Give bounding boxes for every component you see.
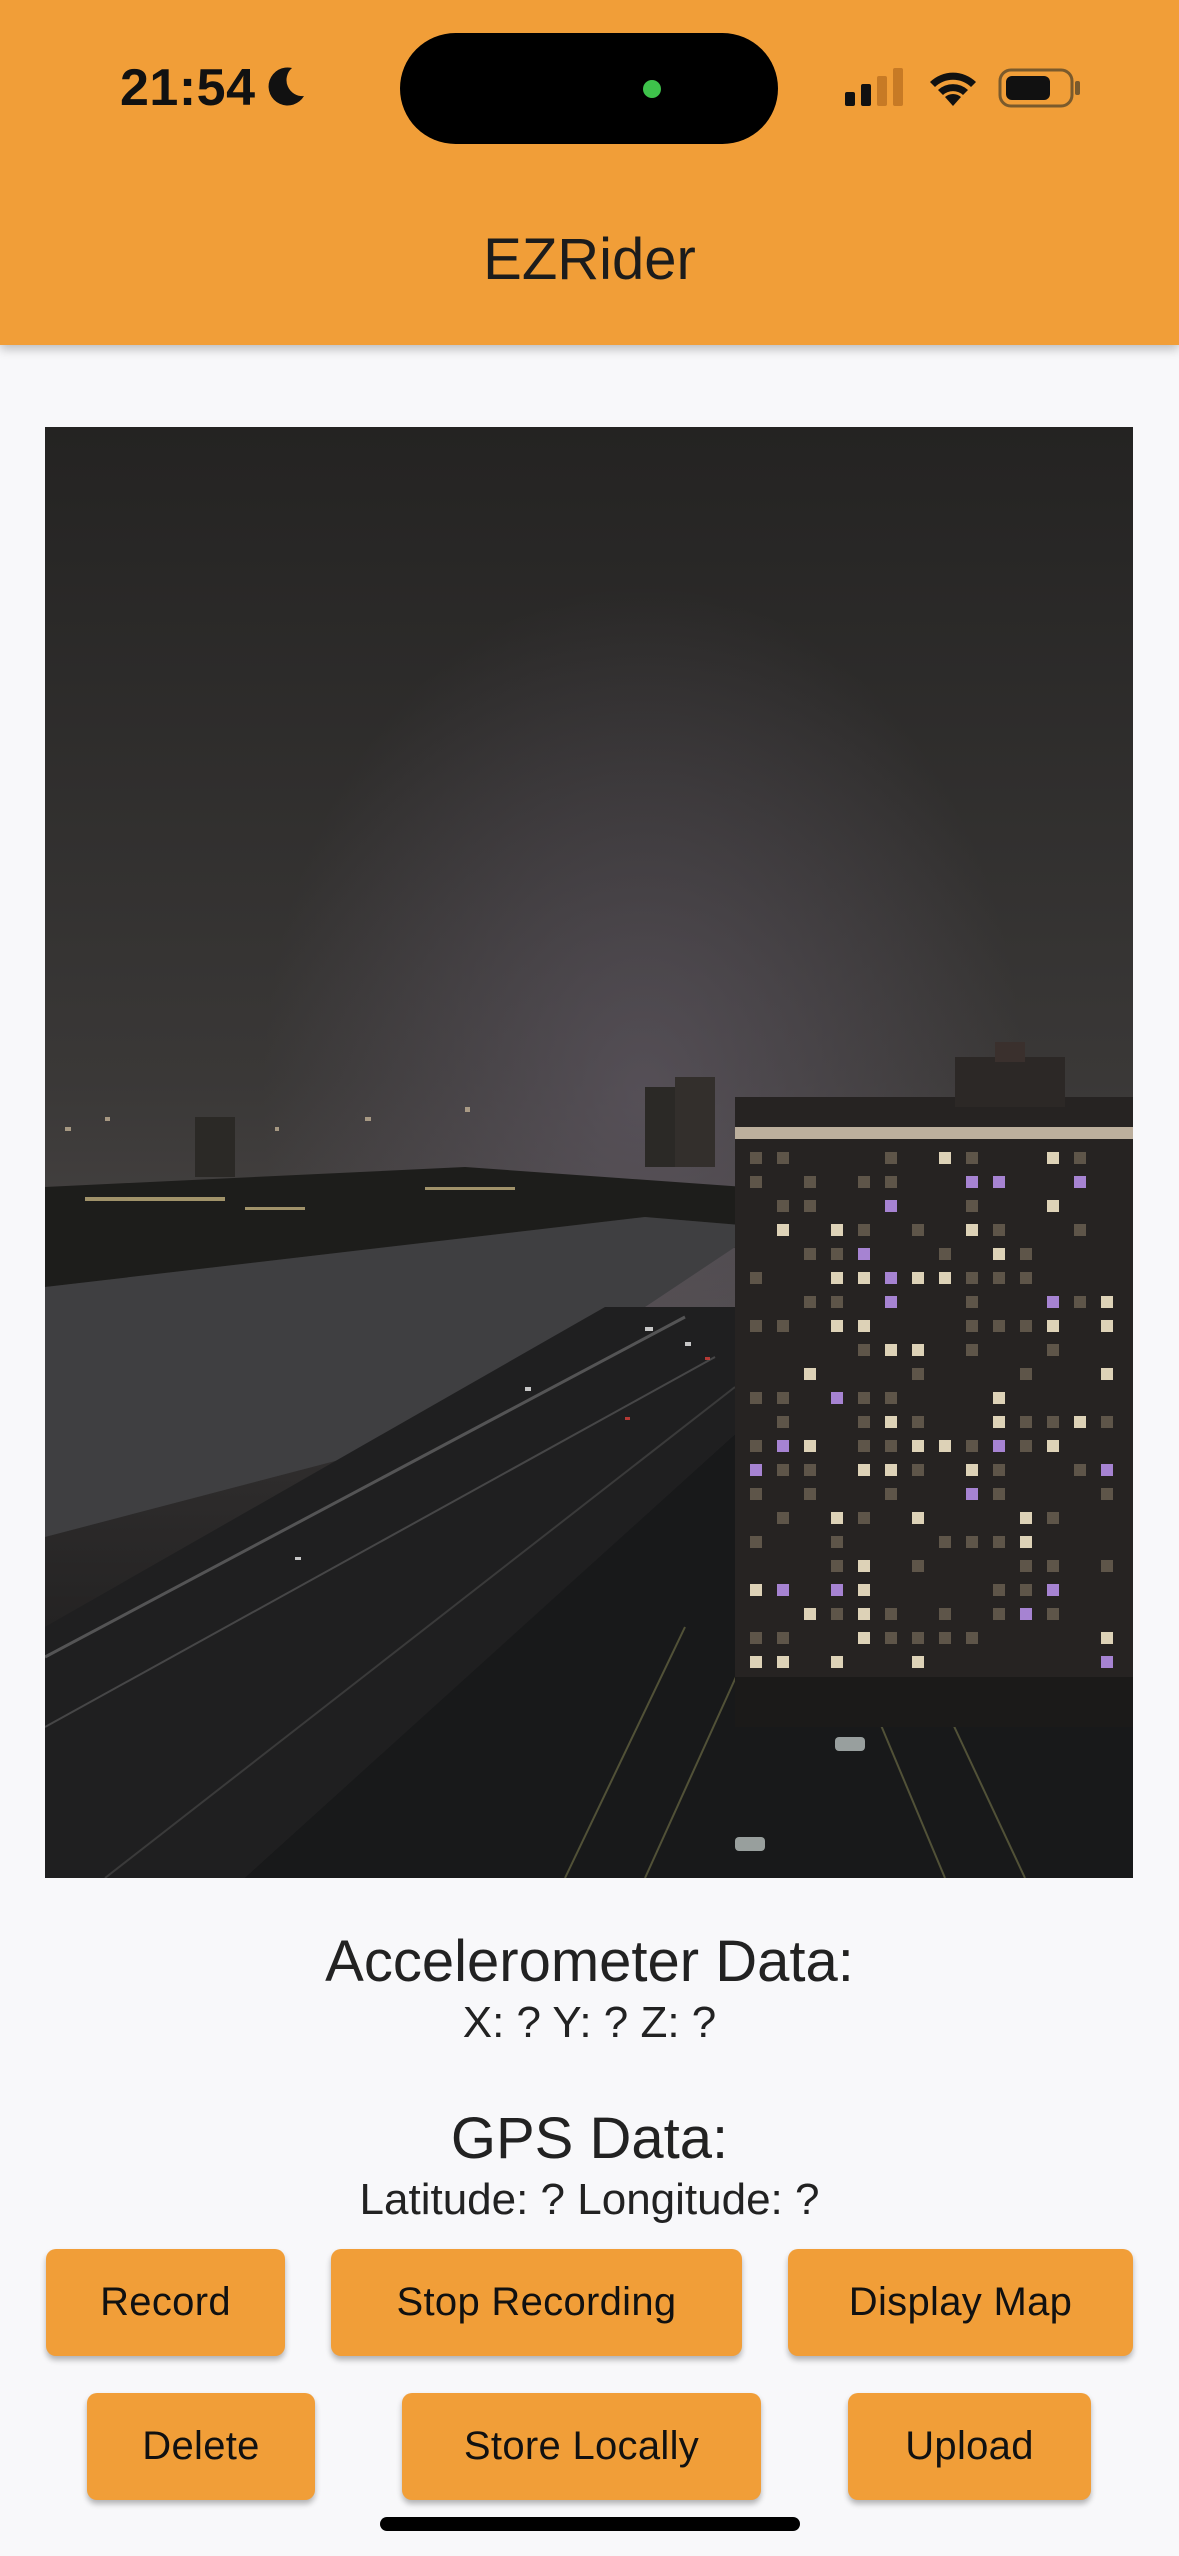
home-indicator bbox=[380, 2517, 800, 2531]
upload-button[interactable]: Upload bbox=[848, 2393, 1091, 2500]
app-bar: 21:54 EZRider bbox=[0, 0, 1179, 345]
accelerometer-title: Accelerometer Data: bbox=[325, 1929, 854, 1994]
accelerometer-values: X: ? Y: ? Z: ? bbox=[462, 1998, 717, 2047]
moon-icon bbox=[268, 67, 304, 106]
status-time: 21:54 bbox=[120, 59, 256, 117]
record-button[interactable]: Record bbox=[46, 2249, 285, 2356]
gps-title: GPS Data: bbox=[450, 2106, 729, 2171]
stop-recording-button[interactable]: Stop Recording bbox=[331, 2249, 742, 2356]
signal-icon bbox=[845, 68, 903, 106]
city-night-photo bbox=[45, 427, 1133, 1878]
store-locally-button[interactable]: Store Locally bbox=[402, 2393, 761, 2500]
app-title: EZRider bbox=[483, 227, 696, 292]
gps-values: Latitude: ? Longitude: ? bbox=[359, 2175, 820, 2224]
camera-indicator-dot bbox=[643, 80, 661, 98]
dynamic-island bbox=[400, 33, 778, 144]
delete-button[interactable]: Delete bbox=[87, 2393, 315, 2500]
battery-icon bbox=[998, 68, 1080, 108]
display-map-button[interactable]: Display Map bbox=[788, 2249, 1133, 2356]
wifi-icon bbox=[930, 72, 976, 106]
